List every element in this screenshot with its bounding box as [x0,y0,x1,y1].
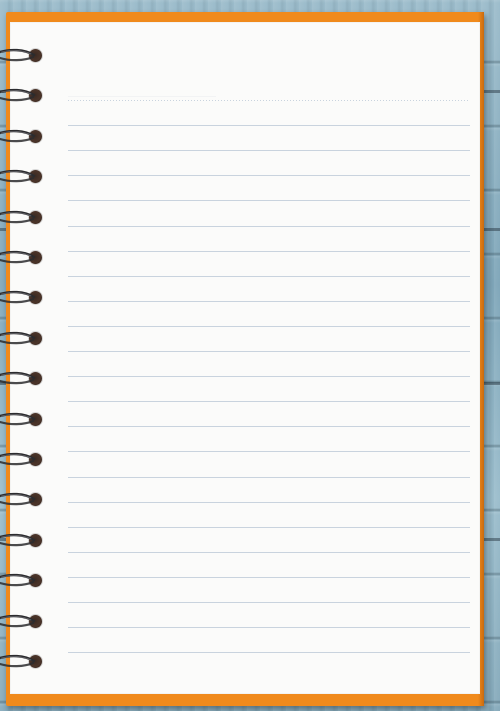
photo-scene [0,0,500,711]
spiral-ring [0,290,36,305]
notebook-page [10,22,480,694]
ruled-line [68,527,470,528]
ruled-line [68,577,470,578]
ruled-line [68,175,470,176]
ruled-line [68,401,470,402]
ruled-line [68,552,470,553]
ruled-line [68,200,470,201]
ruled-line [68,150,470,151]
ruled-line [68,652,470,653]
spiral-ring [0,492,36,507]
ruled-line [68,125,470,126]
spiral-ring [0,169,36,184]
ruled-line [68,100,470,101]
ruled-line [68,226,470,227]
spiral-ring [0,129,36,144]
ruled-line [68,451,470,452]
spiral-ring [0,412,36,427]
ruled-line [68,602,470,603]
spiral-ring [0,250,36,265]
spiral-ring [0,614,36,629]
page-header-area [68,76,216,97]
spiral-ring [0,48,36,63]
ruled-line [68,326,470,327]
ruled-line [68,376,470,377]
ruled-line [68,301,470,302]
spiral-ring [0,371,36,386]
ruled-line [68,276,470,277]
spiral-ring [0,654,36,669]
spiral-ring [0,210,36,225]
spiral-ring [0,452,36,467]
spiral-ring [0,88,36,103]
spiral-ring [0,533,36,548]
ruled-line [68,426,470,427]
ruled-line [68,477,470,478]
spiral-ring [0,331,36,346]
ruled-line [68,502,470,503]
ruled-line [68,351,470,352]
spiral-ring [0,573,36,588]
ruled-line [68,627,470,628]
ruled-line [68,251,470,252]
